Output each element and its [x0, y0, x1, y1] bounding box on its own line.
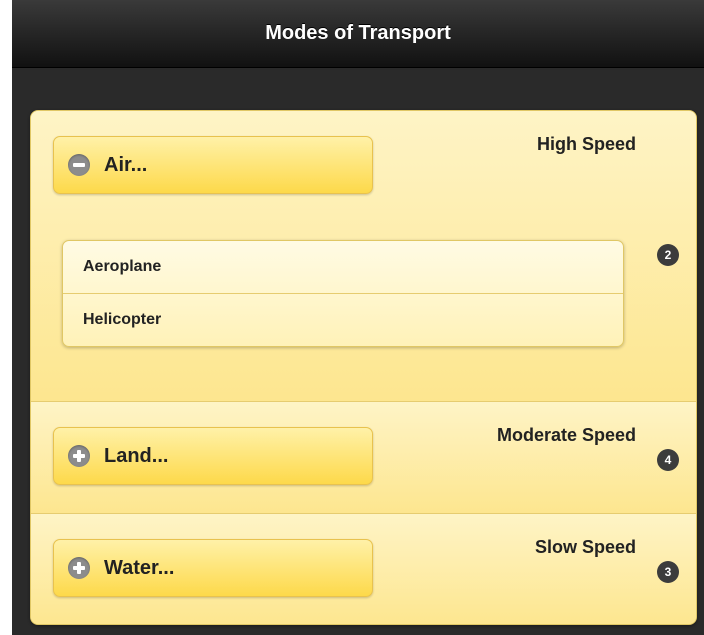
air-inset-list: Aeroplane Helicopter [62, 240, 624, 347]
air-label: Air... [104, 153, 148, 176]
land-label: Land... [104, 444, 169, 467]
list-item-land: Land... Moderate Speed 4 [31, 401, 696, 513]
transport-list: Air... High Speed 2 Aeroplane Helicopter… [30, 110, 697, 625]
land-count-bubble: 4 [657, 449, 679, 471]
air-count-bubble: 2 [657, 244, 679, 266]
plus-icon [68, 445, 90, 467]
land-speed-label: Moderate Speed [496, 425, 636, 445]
list-item-helicopter[interactable]: Helicopter [63, 293, 623, 345]
land-collapsible-button[interactable]: Land... [53, 427, 373, 485]
water-collapsible-button[interactable]: Water... [53, 539, 373, 597]
list-item-air: Air... High Speed 2 Aeroplane Helicopter [31, 111, 696, 401]
page-header: Modes of Transport [12, 0, 704, 68]
page-title: Modes of Transport [265, 22, 451, 44]
air-speed-label: High Speed [536, 134, 636, 154]
water-label: Water... [104, 556, 175, 579]
minus-icon [68, 154, 90, 176]
plus-icon [68, 557, 90, 579]
list-item-water: Water... Slow Speed 3 [31, 513, 696, 624]
app-frame: Modes of Transport Air... High Speed 2 A… [12, 0, 704, 635]
air-collapsible-button[interactable]: Air... [53, 136, 373, 194]
list-item-aeroplane[interactable]: Aeroplane [63, 241, 623, 293]
water-speed-label: Slow Speed [534, 537, 636, 557]
water-count-bubble: 3 [657, 561, 679, 583]
